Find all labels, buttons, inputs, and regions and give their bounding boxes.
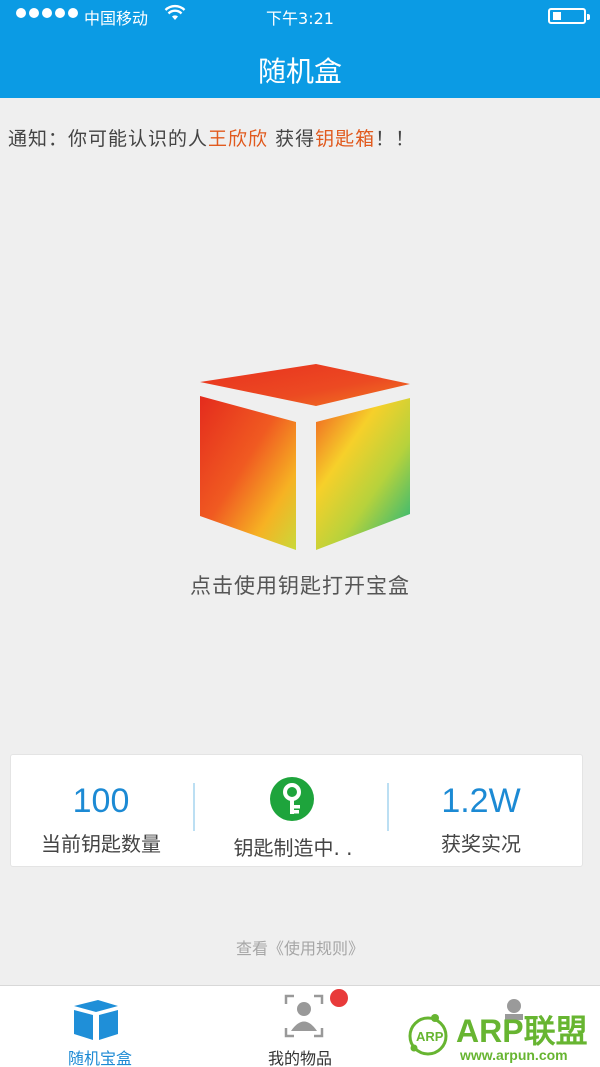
key-icon [270,777,314,821]
tab-random-box[interactable]: 随机宝盒 [0,986,200,1067]
notice-item[interactable]: 钥匙箱 [315,128,375,150]
divider [193,783,195,831]
prize-stat[interactable]: 1.2W 获奖实况 [391,755,571,868]
key-count-label: 当前钥匙数量 [41,832,161,856]
tab-my-items[interactable]: 我的物品 [200,986,400,1067]
app-header: 中国移动 下午3:21 随机盒 [0,0,600,98]
notice-prefix: 通知：你可能认识的人 [8,128,209,150]
svg-text:www.arpun.com: www.arpun.com [459,1047,568,1063]
key-making-label: 钥匙制造中. . [233,836,353,860]
tab-label: 随机宝盒 [67,1049,132,1067]
user-scan-icon [284,994,324,1038]
stats-card: 100 当前钥匙数量 钥匙制造中. . 1.2W 获奖实况 [10,754,583,867]
key-making-stat[interactable]: 钥匙制造中. . [198,755,388,868]
status-bar: 中国移动 下午3:21 [0,0,600,30]
notice-person[interactable]: 王欣欣 [208,128,268,150]
rules-link[interactable]: 查看《使用规则》 [0,935,600,959]
treasure-box-button[interactable] [196,360,414,556]
open-box-hint: 点击使用钥匙打开宝盒 [190,574,410,598]
key-count-stat[interactable]: 100 当前钥匙数量 [11,755,191,868]
notification-badge [330,989,348,1007]
arp-logo: ARP ARP联盟 www.arpun.com [408,1013,588,1063]
cube-icon [74,1000,118,1040]
notice-suffix: ！！ [375,128,416,150]
page-title: 随机盒 [257,55,342,88]
prize-label: 获奖实况 [441,832,521,856]
svg-text:ARP联盟: ARP联盟 [456,1013,588,1049]
tab-label: 我的物品 [267,1049,332,1067]
divider [387,783,389,831]
arp-watermark: ARP ARP联盟 www.arpun.com [404,1000,600,1067]
notice-middle: 获得 [268,128,316,150]
clock: 下午3:21 [266,9,334,28]
prize-value: 1.2W [441,782,521,820]
treasure-box-icon [200,364,410,550]
notice-bar: 通知：你可能认识的人王欣欣 获得钥匙箱！！ [8,124,415,151]
key-count-value: 100 [72,782,130,820]
svg-text:ARP: ARP [416,1029,444,1044]
battery-icon [548,8,590,24]
